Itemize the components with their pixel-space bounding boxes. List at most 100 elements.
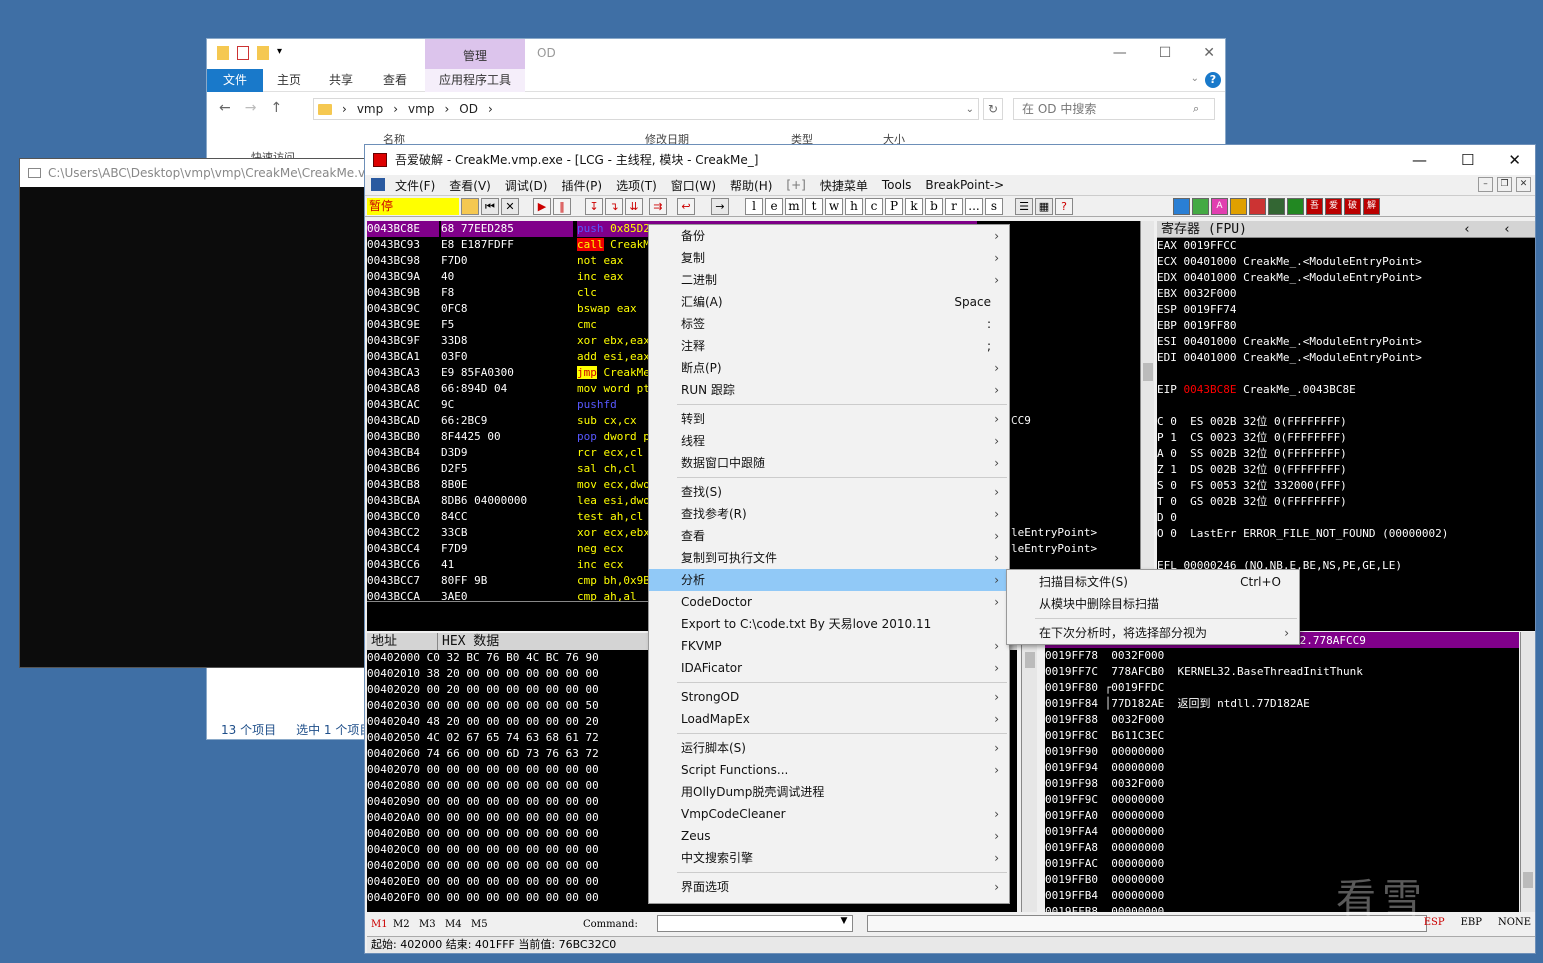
- disasm-address[interactable]: 0043BC8E: [367, 221, 439, 237]
- disasm-address[interactable]: 0043BCAD: [367, 413, 439, 429]
- plugin-green-icon[interactable]: [1287, 198, 1304, 215]
- menu-item[interactable]: 复制 ›: [649, 247, 1009, 269]
- path-dropdown-icon[interactable]: ⌄: [966, 104, 974, 115]
- stack-row[interactable]: 0019FFA0 00000000: [1045, 808, 1519, 824]
- register-line[interactable]: EDI 00401000 CreakMe_.<ModuleEntryPoint>: [1157, 350, 1535, 366]
- menu-item[interactable]: 标签:: [649, 313, 1009, 335]
- menu-file[interactable]: 文件(F): [395, 177, 435, 194]
- scroll-thumb[interactable]: [1523, 872, 1533, 888]
- register-line[interactable]: EDX 00401000 CreakMe_.<ModuleEntryPoint>: [1157, 270, 1535, 286]
- trace-into-icon[interactable]: ⇊: [625, 198, 643, 215]
- tab-home[interactable]: 主页: [277, 69, 301, 92]
- execute-till-return-icon[interactable]: ↩: [677, 198, 695, 215]
- command-input[interactable]: [657, 915, 853, 932]
- step-into-icon[interactable]: ↧: [585, 198, 603, 215]
- stack-row[interactable]: 0019FF94 00000000: [1045, 760, 1519, 776]
- none-button[interactable]: NONE: [1498, 917, 1531, 928]
- disasm-address[interactable]: 0043BCB8: [367, 477, 439, 493]
- menu-item[interactable]: Script Functions... ›: [649, 759, 1009, 781]
- disasm-address[interactable]: 0043BC9B: [367, 285, 439, 301]
- runtrace-button[interactable]: ...: [965, 198, 983, 215]
- disasm-address[interactable]: 0043BCC4: [367, 541, 439, 557]
- stack-row[interactable]: 0019FFA4 00000000: [1045, 824, 1519, 840]
- menu-item[interactable]: 中文搜索引擎 ›: [649, 847, 1009, 869]
- register-line[interactable]: [1157, 542, 1535, 558]
- menu-item[interactable]: 界面选项 ›: [649, 876, 1009, 898]
- stack-row[interactable]: 0019FFB0 00000000: [1045, 872, 1519, 888]
- disasm-address[interactable]: 0043BCBA: [367, 493, 439, 509]
- dump-col-addr[interactable]: 地址: [371, 633, 397, 650]
- stack-row[interactable]: 0019FF9C 00000000: [1045, 792, 1519, 808]
- stack-row[interactable]: 0019FFA8 00000000: [1045, 840, 1519, 856]
- register-line[interactable]: EBP 0019FF80: [1157, 318, 1535, 334]
- disasm-hex[interactable]: 03F0: [441, 349, 573, 365]
- disasm-hex[interactable]: F7D0: [441, 253, 573, 269]
- ebp-button[interactable]: EBP: [1461, 917, 1482, 928]
- menu-item[interactable]: 数据窗口中跟随 ›: [649, 452, 1009, 474]
- register-line[interactable]: ESI 00401000 CreakMe_.<ModuleEntryPoint>: [1157, 334, 1535, 350]
- menu-plus[interactable]: [+]: [786, 178, 805, 192]
- breadcrumb-item[interactable]: OD: [459, 102, 478, 116]
- menu-item[interactable]: FKVMP ›: [649, 635, 1009, 657]
- plugin-target-icon[interactable]: [1249, 198, 1266, 215]
- properties-icon[interactable]: [237, 46, 249, 60]
- trace-over-icon[interactable]: ⇉: [649, 198, 667, 215]
- menu-item[interactable]: VmpCodeCleaner ›: [649, 803, 1009, 825]
- memory-button[interactable]: m: [785, 198, 803, 215]
- disasm-address[interactable]: 0043BC9C: [367, 301, 439, 317]
- run-icon[interactable]: ▶: [533, 198, 551, 215]
- m2-button[interactable]: M2: [393, 919, 419, 930]
- plugin-po-icon[interactable]: 破: [1344, 198, 1361, 215]
- menu-plugins[interactable]: 插件(P): [561, 177, 602, 194]
- menu-item[interactable]: 断点(P) ›: [649, 357, 1009, 379]
- menu-item[interactable]: 用OllyDump脱壳调试进程: [649, 781, 1009, 803]
- help-icon[interactable]: ?: [1055, 198, 1073, 215]
- plugin-circle-icon[interactable]: [1230, 198, 1247, 215]
- disasm-hex[interactable]: 8DB6 04000000: [441, 493, 573, 509]
- disasm-address[interactable]: 0043BC9F: [367, 333, 439, 349]
- menu-tools[interactable]: Tools: [882, 178, 912, 192]
- disasm-hex[interactable]: 8F4425 00: [441, 429, 573, 445]
- callstack-button[interactable]: k: [905, 198, 923, 215]
- stack-row[interactable]: 0019FFB8 00000000: [1045, 904, 1519, 912]
- path-box[interactable]: › vmp › vmp › OD › ⌄: [313, 98, 979, 120]
- menu-view[interactable]: 查看(V): [449, 177, 491, 194]
- up-icon[interactable]: ↑: [270, 100, 282, 116]
- plugin-jie-icon[interactable]: 解: [1363, 198, 1380, 215]
- menu-item[interactable]: 查看 ›: [649, 525, 1009, 547]
- stack-row[interactable]: 0019FF98 0032F000: [1045, 776, 1519, 792]
- disasm-address[interactable]: 0043BCAC: [367, 397, 439, 413]
- stack-pane[interactable]: 0019FF78 0032F000 0019FF7C 778AFCB0 KERNE…: [1045, 648, 1519, 912]
- register-line[interactable]: A 0 SS 002B 32位 0(FFFFFFFF): [1157, 446, 1535, 462]
- m4-button[interactable]: M4: [445, 919, 471, 930]
- scroll-thumb[interactable]: [1025, 652, 1035, 668]
- plugin-wu-icon[interactable]: 吾: [1306, 198, 1323, 215]
- menu-item[interactable]: 扫描目标文件(S) Ctrl+O: [1007, 571, 1299, 593]
- register-line[interactable]: [1157, 366, 1535, 382]
- disasm-address[interactable]: 0043BCC6: [367, 557, 439, 573]
- menu-item[interactable]: CodeDoctor ›: [649, 591, 1009, 613]
- menu-debug[interactable]: 调试(D): [505, 177, 548, 194]
- plugin-grid-icon[interactable]: [1268, 198, 1285, 215]
- stack-row[interactable]: 0019FFAC 00000000: [1045, 856, 1519, 872]
- register-line[interactable]: EIP 0043BC8E CreakMe_.0043BC8E: [1157, 382, 1535, 398]
- disasm-hex[interactable]: 40: [441, 269, 573, 285]
- disasm-address[interactable]: 0043BCA8: [367, 381, 439, 397]
- open-icon[interactable]: [461, 198, 479, 215]
- mdi-restore-icon[interactable]: ❐: [1497, 177, 1512, 192]
- plugin-bars-icon[interactable]: [1192, 198, 1209, 215]
- dump-scrollbar[interactable]: [1021, 632, 1037, 912]
- register-line[interactable]: O 0 LastErr ERROR_FILE_NOT_FOUND (000000…: [1157, 526, 1535, 542]
- register-line[interactable]: P 1 CS 0023 32位 0(FFFFFFFF): [1157, 430, 1535, 446]
- goto-icon[interactable]: →: [711, 198, 729, 215]
- menu-item[interactable]: 运行脚本(S) ›: [649, 737, 1009, 759]
- disasm-address[interactable]: 0043BC98: [367, 253, 439, 269]
- disasm-hex[interactable]: 68 77EED285: [441, 221, 573, 237]
- dump-col-hex[interactable]: HEX 数据: [437, 633, 499, 650]
- register-line[interactable]: [1157, 398, 1535, 414]
- command-dropdown-icon[interactable]: ▼: [837, 916, 851, 930]
- breadcrumb-item[interactable]: vmp: [408, 102, 434, 116]
- m3-button[interactable]: M3: [419, 919, 445, 930]
- customize-qa-icon[interactable]: ▾: [277, 46, 282, 60]
- disasm-hex[interactable]: F7D9: [441, 541, 573, 557]
